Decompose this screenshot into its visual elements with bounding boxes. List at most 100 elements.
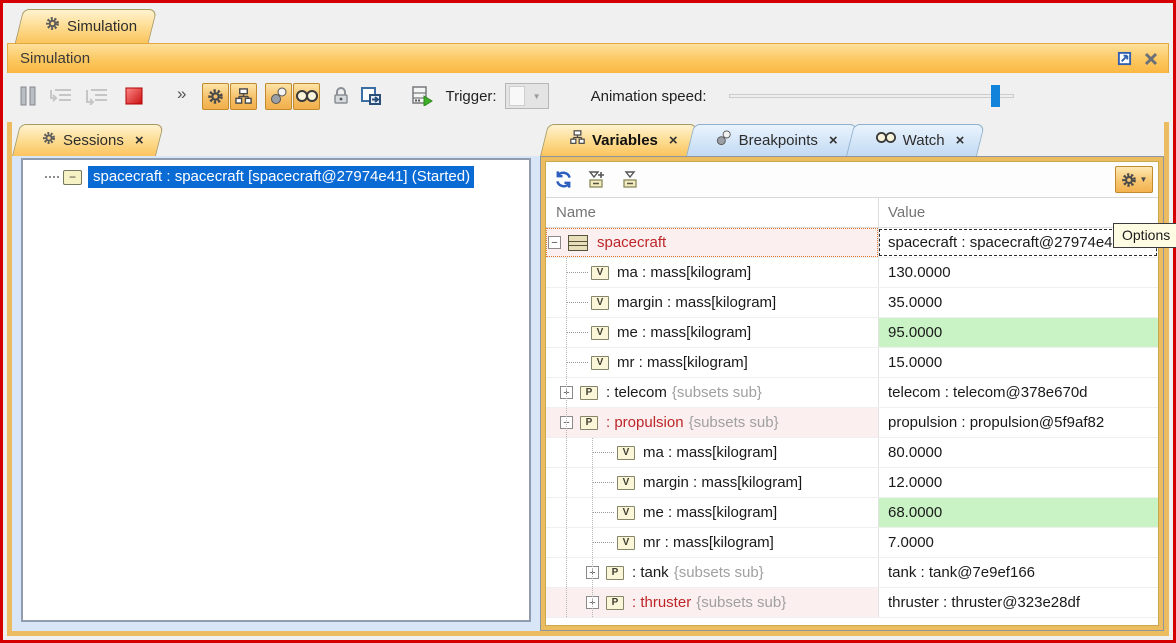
tab-sessions[interactable]: Sessions × xyxy=(24,124,160,156)
step-into-icon[interactable] xyxy=(49,87,73,105)
table-row[interactable]: +P: telecom{subsets sub}telecom : teleco… xyxy=(546,378,1158,408)
value-property-icon: V xyxy=(617,536,635,550)
value-cell[interactable]: thruster : thruster@323e28df xyxy=(878,588,1158,617)
sessions-panel-margin: − spacecraft : spacecraft [spacecraft@27… xyxy=(12,156,540,631)
close-tab-icon[interactable]: × xyxy=(829,133,838,148)
expand-into-watch-icon[interactable] xyxy=(587,170,607,189)
value-cell[interactable]: propulsion : propulsion@5f9af82 xyxy=(878,408,1158,437)
pause-icon[interactable] xyxy=(19,86,37,106)
refresh-icon[interactable] xyxy=(554,170,573,189)
lock-icon[interactable] xyxy=(333,87,349,105)
panels-area: Sessions × − spacecraft : spacecraft [sp… xyxy=(7,122,1169,636)
table-row[interactable]: Vme : mass[kilogram]95.0000 xyxy=(546,318,1158,348)
collapse-nodes-icon[interactable] xyxy=(621,170,641,189)
step-over-icon[interactable] xyxy=(85,87,109,105)
close-tab-icon[interactable]: × xyxy=(956,133,965,148)
table-row[interactable]: Vma : mass[kilogram]80.0000 xyxy=(546,438,1158,468)
tree-connector xyxy=(45,176,59,178)
tab-breakpoints[interactable]: Breakpoints× xyxy=(698,124,854,156)
watch-pane-toggle[interactable] xyxy=(293,83,320,110)
name-cell[interactable]: +P: thruster{subsets sub} xyxy=(546,588,878,617)
name-cell[interactable]: +P: tank{subsets sub} xyxy=(546,558,878,587)
tree-guide-line xyxy=(592,468,593,497)
table-row[interactable]: Vme : mass[kilogram]68.0000 xyxy=(546,498,1158,528)
slider-handle[interactable] xyxy=(991,85,1000,107)
gear-icon xyxy=(42,131,56,150)
table-row[interactable]: +P: thruster{subsets sub}thruster : thru… xyxy=(546,588,1158,618)
value-property-icon: V xyxy=(617,506,635,520)
terminate-icon[interactable] xyxy=(125,87,143,105)
float-window-icon[interactable] xyxy=(1117,51,1132,66)
variables-pane-toggle[interactable] xyxy=(230,83,257,110)
detach-window-icon[interactable] xyxy=(361,87,381,105)
tab-watch[interactable]: Watch× xyxy=(858,124,981,156)
animation-speed-slider[interactable] xyxy=(729,84,1014,108)
name-cell[interactable]: Vmr : mass[kilogram] xyxy=(546,348,878,377)
doc-tab-label: Simulation xyxy=(67,18,137,35)
collapse-toggle-icon[interactable]: − xyxy=(548,236,561,249)
table-row[interactable]: Vmargin : mass[kilogram]12.0000 xyxy=(546,468,1158,498)
tree-connector xyxy=(566,302,588,303)
value-cell[interactable]: 95.0000 xyxy=(878,318,1158,347)
tree-connector xyxy=(566,362,588,363)
collapse-toggle-icon[interactable]: − xyxy=(63,170,82,185)
value-cell[interactable]: telecom : telecom@378e670d xyxy=(878,378,1158,407)
value-cell[interactable]: tank : tank@7e9ef166 xyxy=(878,558,1158,587)
value-cell[interactable]: 80.0000 xyxy=(878,438,1158,467)
run-console-icon[interactable] xyxy=(411,86,433,106)
tree-guide-line xyxy=(566,588,567,617)
table-row[interactable]: +P: tank{subsets sub}tank : tank@7e9ef16… xyxy=(546,558,1158,588)
tree-guide-line xyxy=(566,318,567,347)
value-cell[interactable]: 68.0000 xyxy=(878,498,1158,527)
animation-speed-label: Animation speed: xyxy=(591,88,707,105)
name-cell[interactable]: Vme : mass[kilogram] xyxy=(546,498,878,527)
value-cell[interactable]: 130.0000 xyxy=(878,258,1158,287)
table-body: −spacecraftspacecraft : spacecraft@27974… xyxy=(546,228,1158,618)
value-property-icon: V xyxy=(591,266,609,280)
name-cell[interactable]: +P: telecom{subsets sub} xyxy=(546,378,878,407)
column-header-name[interactable]: Name xyxy=(546,198,878,227)
name-cell[interactable]: Vmargin : mass[kilogram] xyxy=(546,468,878,497)
table-row[interactable]: −spacecraftspacecraft : spacecraft@27974… xyxy=(546,228,1158,258)
close-tab-icon[interactable]: × xyxy=(669,133,678,148)
name-cell[interactable]: − spacecraft xyxy=(546,228,878,257)
tree-guide-line xyxy=(566,288,567,317)
row-label: mr : mass[kilogram] xyxy=(617,354,748,371)
name-cell[interactable]: Vmargin : mass[kilogram] xyxy=(546,288,878,317)
name-cell[interactable]: Vme : mass[kilogram] xyxy=(546,318,878,347)
overflow-chevron-icon[interactable]: » xyxy=(177,84,184,104)
session-item-label[interactable]: spacecraft : spacecraft [spacecraft@2797… xyxy=(88,166,474,188)
tab-variables[interactable]: Variables× xyxy=(552,124,694,156)
value-cell[interactable]: 7.0000 xyxy=(878,528,1158,557)
tree-connector xyxy=(566,332,588,333)
value-cell[interactable]: 15.0000 xyxy=(878,348,1158,377)
name-cell[interactable]: Vma : mass[kilogram] xyxy=(546,258,878,287)
name-cell[interactable]: −P: propulsion{subsets sub} xyxy=(546,408,878,437)
settings-gear-toggle[interactable] xyxy=(202,83,229,110)
table-row[interactable]: Vmr : mass[kilogram]15.0000 xyxy=(546,348,1158,378)
row-label: spacecraft xyxy=(597,234,666,251)
row-label: me : mass[kilogram] xyxy=(643,504,777,521)
chevron-down-icon: ▼ xyxy=(1140,175,1148,184)
value-cell[interactable]: 12.0000 xyxy=(878,468,1158,497)
sessions-tree: − spacecraft : spacecraft [spacecraft@27… xyxy=(21,158,531,622)
value-cell[interactable]: 35.0000 xyxy=(878,288,1158,317)
table-row[interactable]: Vmr : mass[kilogram]7.0000 xyxy=(546,528,1158,558)
table-row[interactable]: −P: propulsion{subsets sub}propulsion : … xyxy=(546,408,1158,438)
close-window-icon[interactable] xyxy=(1144,52,1158,66)
name-cell[interactable]: Vma : mass[kilogram] xyxy=(546,438,878,467)
breakpoints-pane-toggle[interactable] xyxy=(265,83,292,110)
subsets-annotation: {subsets sub} xyxy=(696,594,786,611)
variables-panel: ▼ Name Value −spacecraftspacecraft : spa… xyxy=(545,161,1159,626)
close-tab-icon[interactable]: × xyxy=(135,133,144,148)
session-tree-item[interactable]: − spacecraft : spacecraft [spacecraft@27… xyxy=(23,165,529,189)
options-gear-button[interactable]: ▼ xyxy=(1115,166,1153,193)
trigger-combobox[interactable]: ▼ xyxy=(505,83,549,109)
options-tooltip: Options xyxy=(1113,223,1176,248)
table-row[interactable]: Vmargin : mass[kilogram]35.0000 xyxy=(546,288,1158,318)
part-property-icon: P xyxy=(606,596,624,610)
doc-tab-simulation[interactable]: Simulation xyxy=(27,9,153,43)
name-cell[interactable]: Vmr : mass[kilogram] xyxy=(546,528,878,557)
tree-guide-line xyxy=(592,498,593,527)
table-row[interactable]: Vma : mass[kilogram]130.0000 xyxy=(546,258,1158,288)
